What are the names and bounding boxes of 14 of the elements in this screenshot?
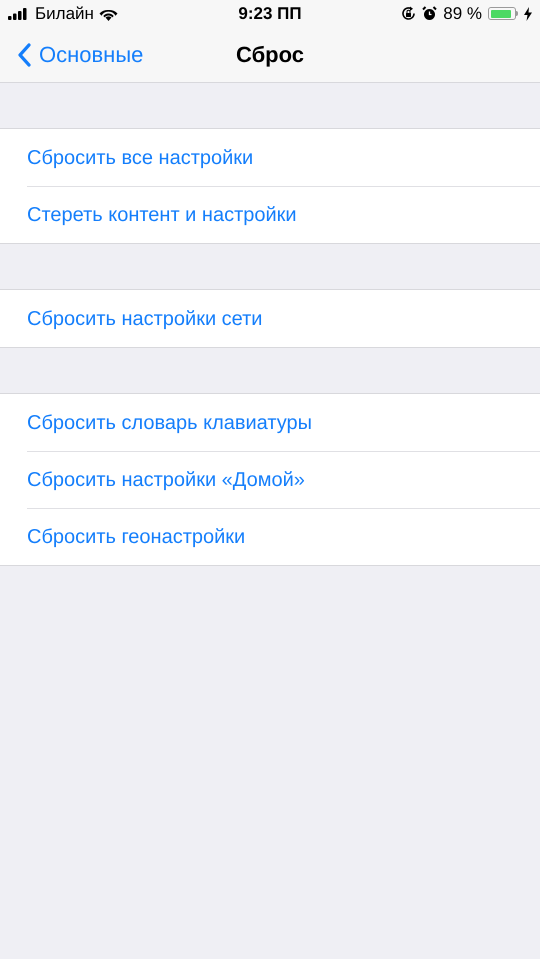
battery-percent: 89 % — [443, 2, 482, 25]
back-button[interactable]: Основные — [0, 38, 144, 71]
reset-option[interactable]: Сбросить настройки «Домой» — [27, 465, 305, 495]
rotation-lock-icon — [401, 6, 416, 21]
back-chevron-icon — [17, 42, 31, 66]
reset-option[interactable]: Стереть контент и настройки — [27, 200, 297, 230]
reset-option[interactable]: Сбросить геонастройки — [27, 522, 246, 552]
battery-icon — [488, 7, 518, 20]
reset-option[interactable]: Сбросить словарь клавиатуры — [27, 408, 312, 438]
nav-title: Сброс — [236, 41, 304, 69]
status-time: 9:23 ПП — [238, 2, 302, 25]
alarm-icon — [422, 6, 438, 21]
reset-option[interactable]: Сбросить все настройки — [27, 142, 254, 172]
carrier-name: Билайн — [35, 2, 94, 25]
